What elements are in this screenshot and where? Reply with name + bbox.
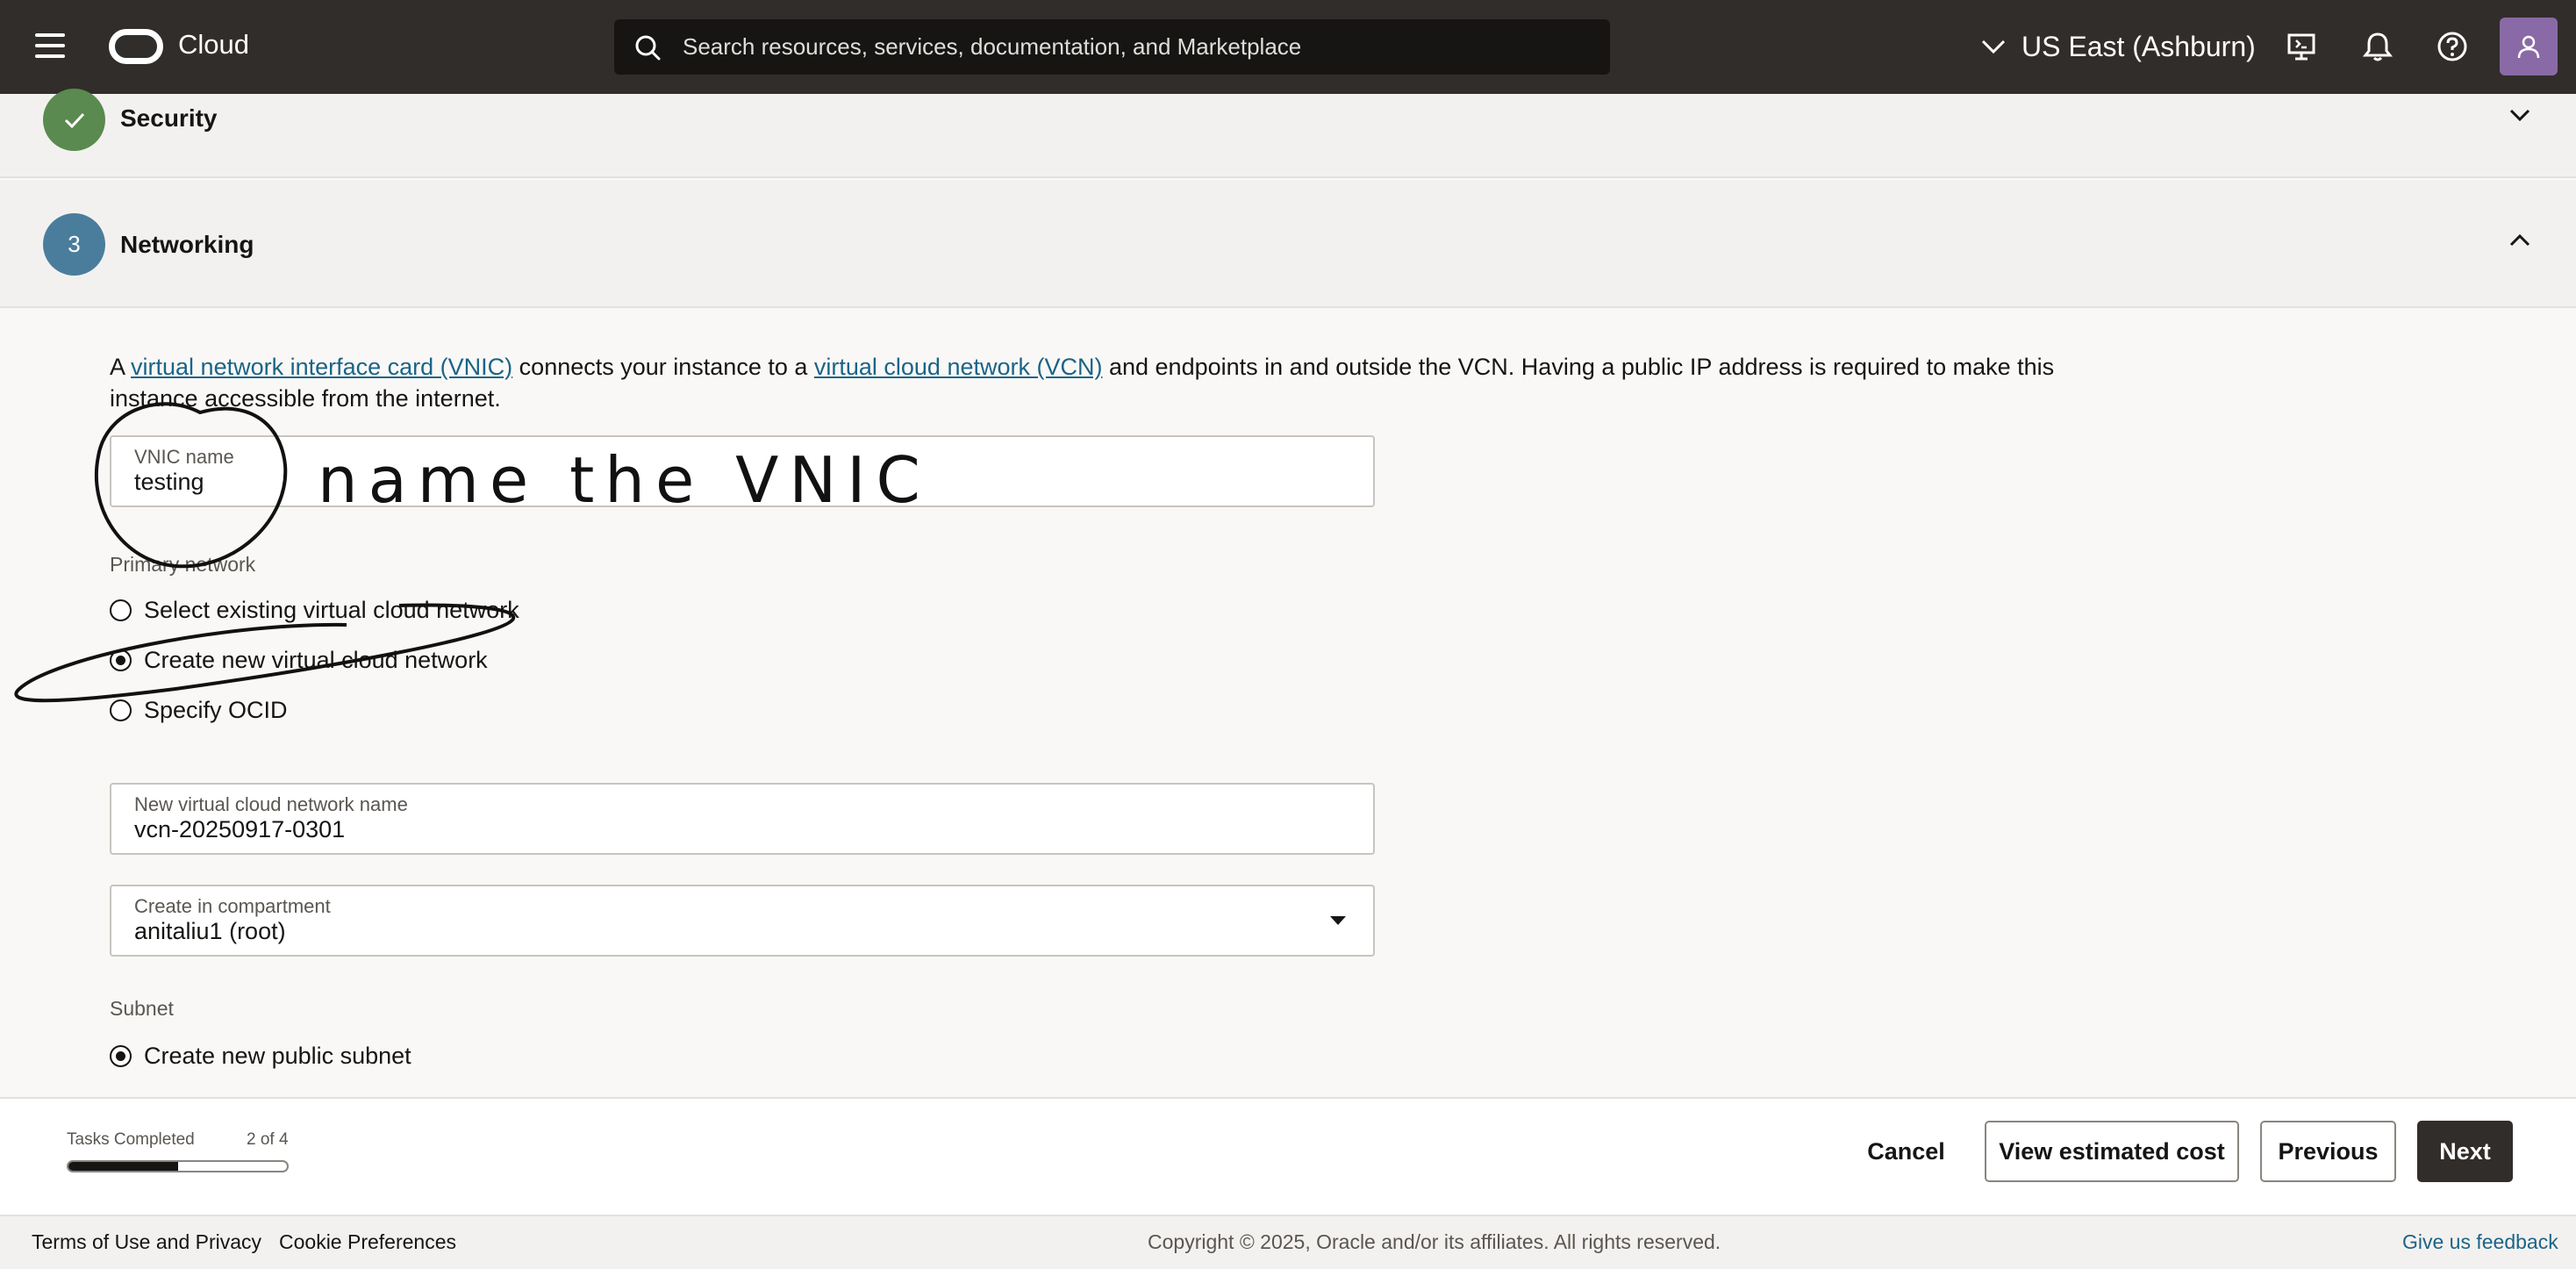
vnic-name-field[interactable]: VNIC name testing <box>110 435 1375 507</box>
networking-content: A virtual network interface card (VNIC) … <box>0 309 2576 1097</box>
region-label: US East (Ashburn) <box>2021 30 2256 62</box>
radio-button[interactable] <box>110 1045 132 1067</box>
user-icon <box>2517 35 2540 59</box>
networking-intro: A virtual network interface card (VNIC) … <box>110 351 2075 414</box>
radio-label: Select existing virtual cloud network <box>144 597 519 623</box>
section-title-networking: Networking <box>120 231 254 258</box>
oracle-logo[interactable] <box>109 29 163 64</box>
cloud-shell-icon[interactable] <box>2281 26 2322 67</box>
radio-label: Create new virtual cloud network <box>144 647 488 673</box>
brand-name[interactable]: Cloud <box>178 29 249 61</box>
chevron-down-icon <box>1981 39 2006 54</box>
compartment-label: Create in compartment <box>134 895 331 917</box>
subnet-label: Subnet <box>110 997 174 1020</box>
check-icon <box>64 112 84 128</box>
compartment-value: anitaliu1 (root) <box>134 918 286 944</box>
tasks-completed-label: Tasks Completed <box>67 1130 195 1149</box>
vnic-name-value[interactable]: testing <box>134 469 204 496</box>
region-selector[interactable]: US East (Ashburn) <box>1981 25 2256 68</box>
radio-specify-ocid[interactable]: Specify OCID <box>110 697 288 724</box>
chevron-up-icon[interactable] <box>2502 227 2537 254</box>
cookie-preferences-link[interactable]: Cookie Preferences <box>279 1230 456 1254</box>
bell-icon[interactable] <box>2358 26 2398 67</box>
networking-section-header[interactable]: 3 Networking <box>0 180 2576 308</box>
previous-button[interactable]: Previous <box>2260 1121 2396 1182</box>
terms-link[interactable]: Terms of Use and Privacy <box>32 1230 261 1254</box>
radio-select-existing-vcn[interactable]: Select existing virtual cloud network <box>110 597 519 624</box>
vnic-link[interactable]: virtual network interface card (VNIC) <box>131 354 512 380</box>
radio-button[interactable] <box>110 699 132 721</box>
caret-down-icon[interactable] <box>1330 916 1346 925</box>
radio-label: Create new public subnet <box>144 1043 411 1069</box>
step-number-badge: 3 <box>43 213 105 276</box>
vcn-link[interactable]: virtual cloud network (VCN) <box>814 354 1103 380</box>
vnic-name-label: VNIC name <box>134 446 234 468</box>
search-input[interactable] <box>683 19 1595 75</box>
new-vcn-name-field[interactable]: New virtual cloud network name vcn-20250… <box>110 783 1375 855</box>
menu-icon[interactable] <box>35 33 65 60</box>
top-navigation-bar: Cloud US East (Ashburn) <box>0 0 2576 94</box>
page-footer: Terms of Use and Privacy Cookie Preferen… <box>0 1215 2576 1269</box>
wizard-action-bar: Tasks Completed 2 of 4 Cancel View estim… <box>0 1097 2576 1215</box>
radio-create-public-subnet[interactable]: Create new public subnet <box>110 1043 411 1070</box>
progress-fill <box>68 1162 178 1171</box>
new-vcn-name-value[interactable]: vcn-20250917-0301 <box>134 816 345 843</box>
next-button[interactable]: Next <box>2417 1121 2513 1182</box>
feedback-link[interactable]: Give us feedback <box>2402 1230 2558 1254</box>
intro-text: connects your instance to a <box>512 354 814 380</box>
search-bar[interactable] <box>614 19 1610 75</box>
user-avatar[interactable] <box>2500 18 2558 75</box>
intro-text: A <box>110 354 132 380</box>
copyright-text: Copyright © 2025, Oracle and/or its affi… <box>1148 1230 1721 1253</box>
tasks-progress-bar <box>67 1160 289 1172</box>
primary-network-label: Primary network <box>110 553 256 576</box>
search-icon <box>635 35 661 61</box>
radio-button[interactable] <box>110 599 132 621</box>
section-title-security: Security <box>120 104 218 132</box>
step-complete-badge <box>43 89 105 151</box>
cancel-button[interactable]: Cancel <box>1851 1121 1961 1182</box>
view-estimated-cost-button[interactable]: View estimated cost <box>1985 1121 2239 1182</box>
radio-create-new-vcn[interactable]: Create new virtual cloud network <box>110 647 488 674</box>
new-vcn-name-label: New virtual cloud network name <box>134 793 408 815</box>
chevron-down-icon[interactable] <box>2502 103 2537 129</box>
tasks-completed-count: 2 of 4 <box>247 1130 289 1149</box>
compartment-select[interactable]: Create in compartment anitaliu1 (root) <box>110 885 1375 957</box>
radio-button[interactable] <box>110 649 132 671</box>
security-section-header[interactable]: Security <box>0 89 2576 178</box>
radio-label: Specify OCID <box>144 697 288 723</box>
help-icon[interactable] <box>2432 26 2472 67</box>
